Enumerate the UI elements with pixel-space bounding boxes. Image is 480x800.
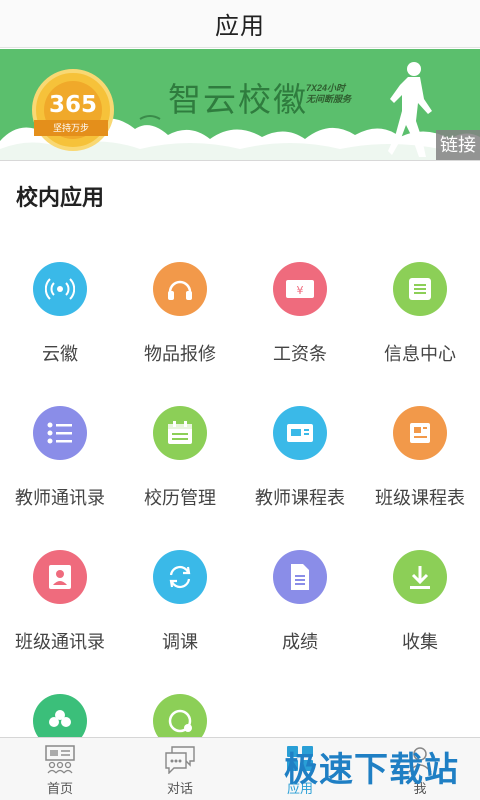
tab-label: 首页 [46, 781, 73, 796]
app-label: 调课 [162, 632, 198, 652]
app-label: 班级通讯录 [15, 632, 105, 652]
app-item-salary[interactable]: ¥ 工资条 [240, 262, 360, 366]
chat-icon [165, 746, 195, 774]
banner-title: 智云校徽 [168, 80, 308, 119]
refresh-icon [153, 550, 207, 604]
app-item-grades[interactable]: 成绩 [240, 550, 360, 654]
app-label: 工资条 [273, 344, 327, 364]
app-label: 收集 [402, 632, 438, 652]
promo-banner[interactable]: 365 坚持万步 智云校徽 7X24小时 无间断服务 链接 [0, 49, 480, 161]
card-icon [273, 406, 327, 460]
app-label: 成绩 [282, 632, 318, 652]
app-item-collect[interactable]: 收集 [360, 550, 480, 654]
app-label: 信息中心 [384, 344, 456, 364]
app-label: 教师通讯录 [15, 488, 105, 508]
yen-icon: ¥ [273, 262, 327, 316]
page-title: 应用 [215, 13, 265, 40]
home-icon [45, 745, 75, 774]
tab-home[interactable]: 首页 [0, 744, 120, 797]
app-label: 教师课程表 [255, 488, 345, 508]
app-item-repair[interactable]: 物品报修 [120, 262, 240, 366]
app-item-yunhui[interactable]: 云徽 [0, 262, 120, 366]
headphones-icon [153, 262, 207, 316]
app-item-adjust-class[interactable]: 调课 [120, 550, 240, 654]
svg-text:¥: ¥ [297, 284, 304, 297]
document-icon [393, 262, 447, 316]
app-item-class-contacts[interactable]: 班级通讯录 [0, 550, 120, 654]
app-label: 校历管理 [144, 488, 216, 508]
banner-subtitle: 7X24小时 无间断服务 [306, 83, 352, 104]
section-title: 校内应用 [16, 185, 105, 210]
app-item-teacher-schedule[interactable]: 教师课程表 [240, 406, 360, 510]
medal-ribbon: 坚持万步 [34, 120, 108, 136]
link-badge[interactable]: 链接 [436, 130, 480, 160]
calendar-icon [153, 406, 207, 460]
app-item-class-schedule[interactable]: 班级课程表 [360, 406, 480, 510]
download-icon [393, 550, 447, 604]
tab-chat[interactable]: 对话 [120, 744, 240, 797]
watermark: 极速下载站 [284, 750, 459, 790]
contact-icon [33, 550, 87, 604]
list-icon [33, 406, 87, 460]
top-bar: 应用 [0, 0, 480, 48]
file-icon [273, 550, 327, 604]
tab-label: 对话 [166, 781, 193, 796]
app-item-teacher-contacts[interactable]: 教师通讯录 [0, 406, 120, 510]
app-item-info-center[interactable]: 信息中心 [360, 262, 480, 366]
app-label: 班级课程表 [375, 488, 465, 508]
doc-icon [393, 406, 447, 460]
app-label: 云徽 [42, 344, 78, 364]
runner-icon [388, 62, 432, 157]
wifi-icon [33, 262, 87, 316]
app-label: 物品报修 [144, 344, 216, 364]
app-item-school-calendar[interactable]: 校历管理 [120, 406, 240, 510]
medal-number: 365 [48, 92, 97, 118]
